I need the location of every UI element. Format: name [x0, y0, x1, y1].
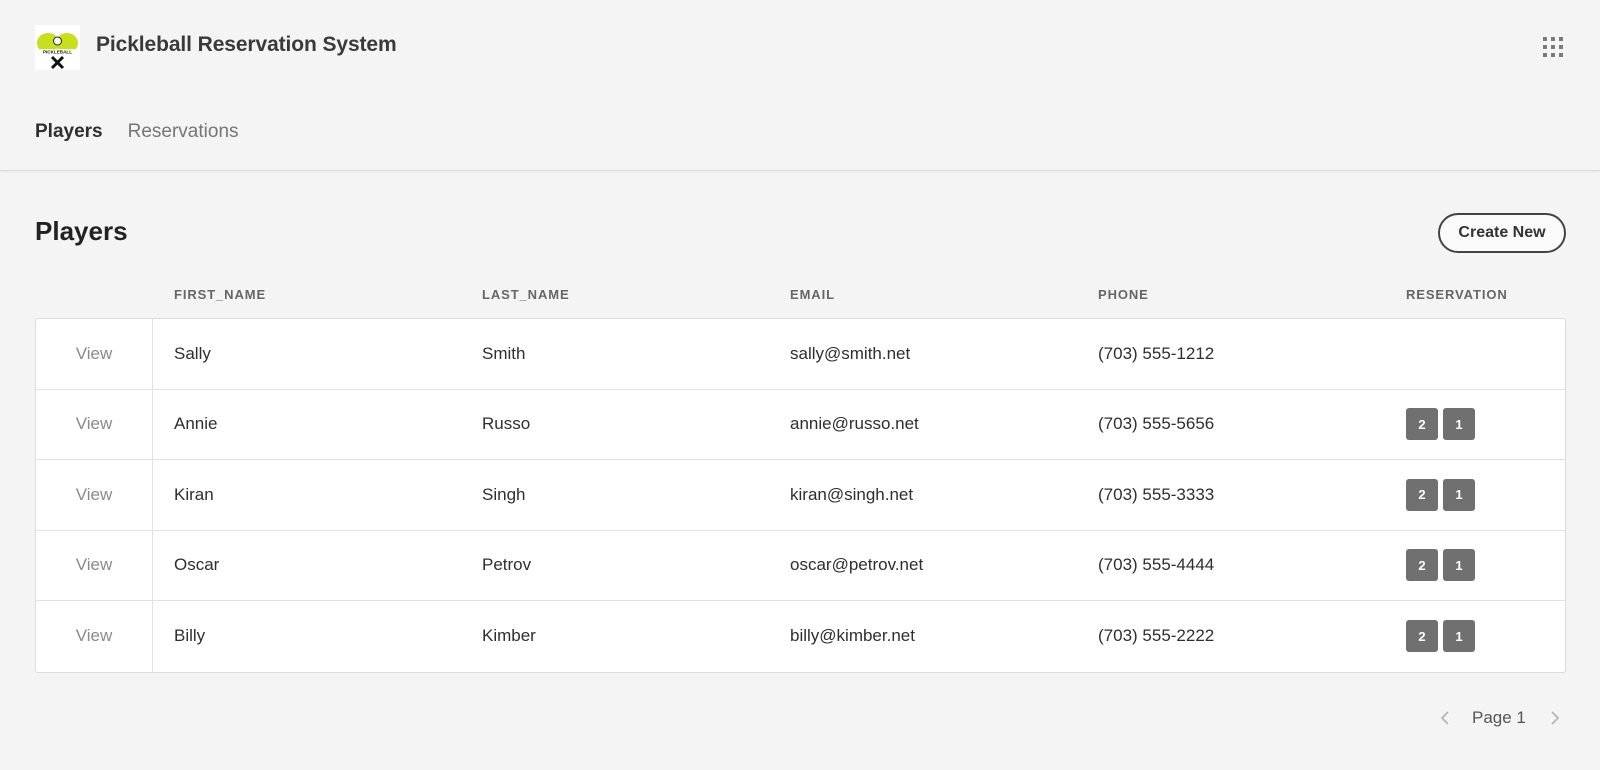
phone-cell: (703) 555-3333	[1098, 484, 1215, 504]
view-cell: View	[36, 601, 153, 672]
top-header: PICKLEBALL Pickleball Reservation System…	[0, 0, 1600, 171]
pagination: Page 1	[1434, 705, 1566, 731]
tab-reservations[interactable]: Reservations	[128, 121, 239, 143]
view-link[interactable]: View	[76, 626, 113, 646]
phone-cell: (703) 555-5656	[1098, 414, 1215, 434]
view-cell: View	[36, 389, 153, 459]
reservation-cell: 2 1	[1406, 531, 1475, 601]
email-cell: billy@kimber.net	[790, 626, 915, 646]
phone-cell: (703) 555-4444	[1098, 555, 1215, 575]
reservation-badge[interactable]: 1	[1443, 620, 1475, 653]
table-header: FIRST_NAME LAST_NAME EMAIL PHONE RESERVA…	[35, 287, 1566, 305]
tab-players[interactable]: Players	[35, 121, 103, 143]
players-table: View Sally Smith sally@smith.net (703) 5…	[35, 318, 1566, 673]
table-row: View Sally Smith sally@smith.net (703) 5…	[36, 319, 1565, 390]
last-name-cell: Kimber	[482, 626, 536, 646]
first-name-cell: Annie	[174, 414, 218, 434]
view-link[interactable]: View	[76, 414, 113, 434]
reservation-badges: 2 1	[1406, 549, 1475, 582]
pickleball-logo-icon: PICKLEBALL	[37, 33, 78, 70]
last-name-cell: Smith	[482, 343, 526, 363]
column-header-phone[interactable]: PHONE	[1098, 287, 1149, 302]
reservation-badge[interactable]: 2	[1406, 549, 1438, 582]
reservation-badge[interactable]: 1	[1443, 478, 1475, 511]
table-row: View Kiran Singh kiran@singh.net (703) 5…	[36, 460, 1565, 531]
first-name-cell: Kiran	[174, 484, 214, 504]
view-link[interactable]: View	[76, 344, 113, 364]
first-name-cell: Billy	[174, 626, 206, 646]
column-header-first-name[interactable]: FIRST_NAME	[174, 287, 266, 302]
view-link[interactable]: View	[76, 555, 113, 575]
email-cell: sally@smith.net	[790, 343, 911, 363]
page-indicator: Page 1	[1472, 708, 1526, 727]
reservation-badge[interactable]: 1	[1443, 408, 1475, 441]
reservation-badge[interactable]: 2	[1406, 620, 1438, 653]
view-cell: View	[36, 530, 153, 600]
table-row: View Annie Russo annie@russo.net (703) 5…	[36, 389, 1565, 460]
main-nav: Players Reservations	[35, 121, 239, 143]
first-name-cell: Oscar	[174, 555, 220, 575]
view-cell: View	[36, 319, 153, 389]
column-header-last-name[interactable]: LAST_NAME	[482, 287, 570, 302]
view-link[interactable]: View	[76, 485, 113, 505]
email-cell: oscar@petrov.net	[790, 555, 924, 575]
create-new-button[interactable]: Create New	[1438, 213, 1566, 253]
reservation-badges: 2 1	[1406, 478, 1475, 511]
reservation-badge[interactable]: 1	[1443, 549, 1475, 582]
table-row: View Billy Kimber billy@kimber.net (703)…	[36, 601, 1565, 672]
chevron-left-icon[interactable]	[1434, 707, 1456, 729]
last-name-cell: Singh	[482, 484, 526, 504]
email-cell: annie@russo.net	[790, 414, 919, 434]
phone-cell: (703) 555-1212	[1098, 343, 1215, 363]
chevron-right-icon[interactable]	[1544, 707, 1566, 729]
column-header-email[interactable]: EMAIL	[790, 287, 835, 302]
page-title: Players	[35, 216, 128, 246]
reservation-badge[interactable]: 2	[1406, 408, 1438, 441]
email-cell: kiran@singh.net	[790, 484, 914, 504]
phone-cell: (703) 555-2222	[1098, 626, 1215, 646]
reservation-cell: 2 1	[1406, 601, 1475, 672]
first-name-cell: Sally	[174, 343, 211, 363]
reservation-badges: 2 1	[1406, 620, 1475, 653]
app-title: Pickleball Reservation System	[96, 33, 397, 56]
last-name-cell: Russo	[482, 414, 531, 434]
view-cell: View	[36, 460, 153, 530]
reservation-cell: 2 1	[1406, 390, 1475, 460]
column-header-reservation[interactable]: RESERVATION	[1406, 287, 1508, 302]
app-logo[interactable]: PICKLEBALL	[35, 25, 80, 70]
svg-text:PICKLEBALL: PICKLEBALL	[43, 49, 72, 54]
apps-grid-icon[interactable]	[1542, 36, 1564, 58]
table-row: View Oscar Petrov oscar@petrov.net (703)…	[36, 530, 1565, 601]
reservation-badges: 2 1	[1406, 408, 1475, 441]
reservation-badge[interactable]: 2	[1406, 478, 1438, 511]
reservation-cell: 2 1	[1406, 460, 1475, 530]
last-name-cell: Petrov	[482, 555, 532, 575]
